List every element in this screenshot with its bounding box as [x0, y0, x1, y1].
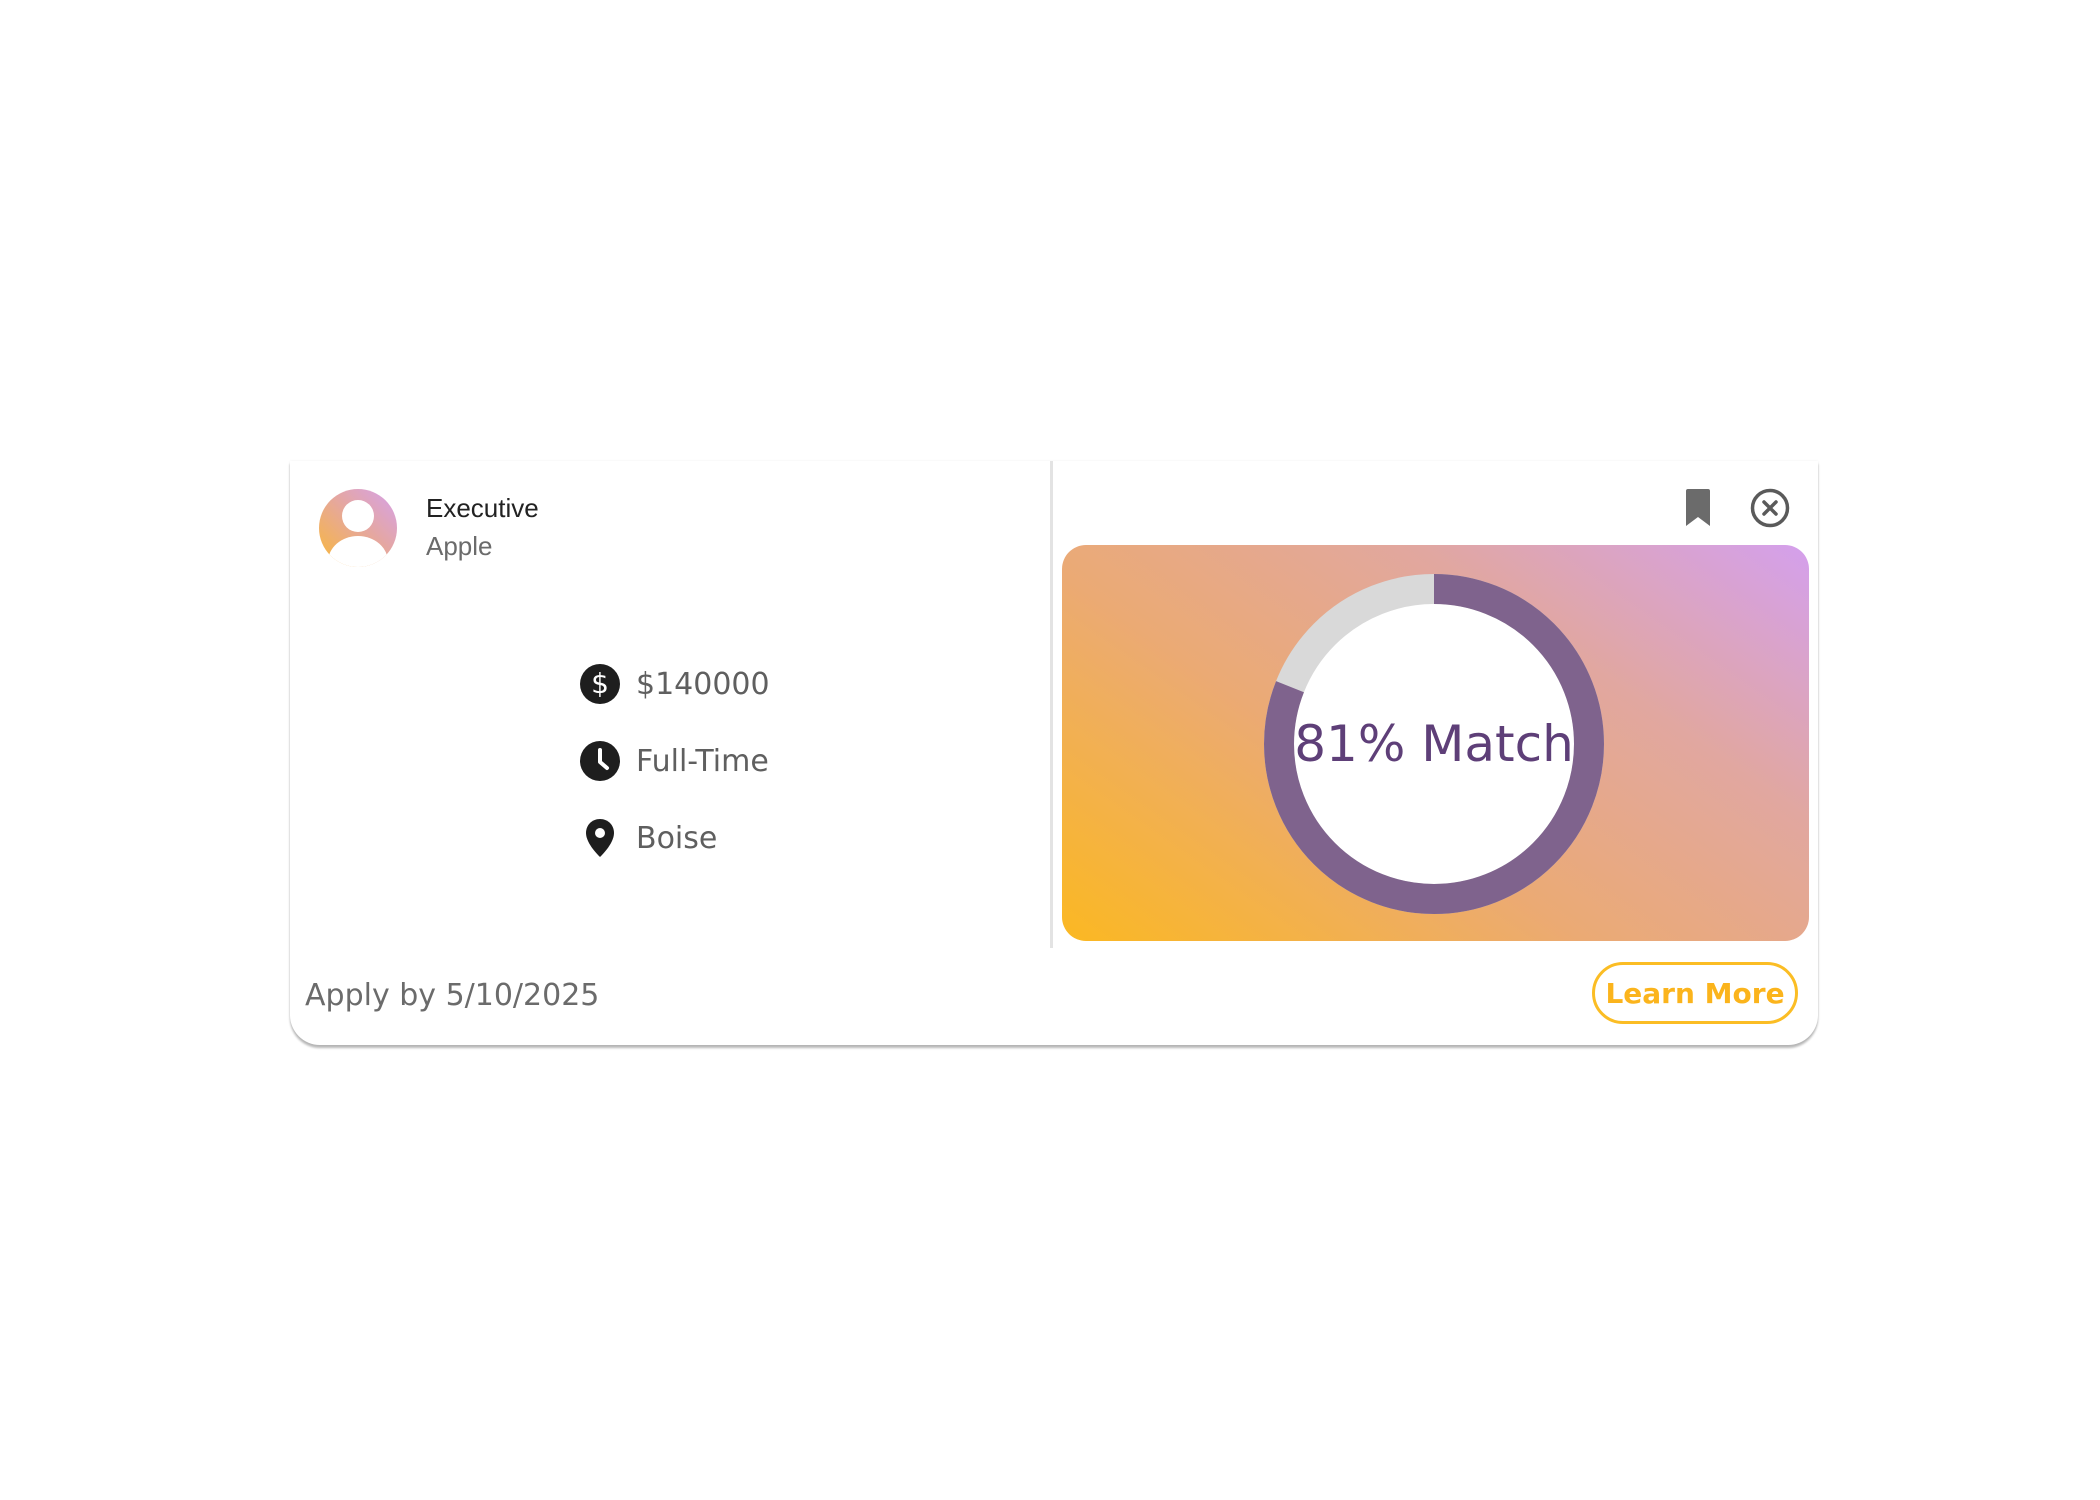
job-card: Executive Apple $ $140000 Full-Time Bois… — [290, 461, 1818, 1045]
svg-text:$: $ — [591, 667, 609, 700]
match-panel: 81% Match — [1062, 545, 1809, 941]
employment-type-value: Full-Time — [636, 743, 769, 779]
close-button[interactable] — [1747, 485, 1793, 531]
location-pin-icon — [578, 816, 622, 860]
match-ring: 81% Match — [1264, 574, 1604, 914]
column-divider — [1050, 461, 1053, 948]
location-value: Boise — [636, 820, 718, 856]
bookmark-button[interactable] — [1678, 485, 1718, 531]
job-title: Executive — [426, 493, 539, 523]
apply-by-date: Apply by 5/10/2025 — [305, 978, 600, 1013]
location-row: Boise — [578, 816, 717, 860]
salary-value: $140000 — [636, 666, 770, 702]
avatar-shoulders — [328, 536, 388, 567]
company-name: Apple — [426, 531, 493, 561]
bookmark-icon — [1686, 489, 1710, 526]
close-circle-icon — [1750, 488, 1790, 528]
salary-row: $ $140000 — [578, 662, 770, 706]
learn-more-button[interactable]: Learn More — [1592, 962, 1798, 1024]
dollar-icon: $ — [578, 662, 622, 706]
avatar-head — [342, 500, 374, 532]
clock-icon — [578, 739, 622, 783]
employment-type-row: Full-Time — [578, 739, 769, 783]
company-avatar — [319, 489, 397, 567]
match-percentage: 81% Match — [1294, 715, 1574, 773]
